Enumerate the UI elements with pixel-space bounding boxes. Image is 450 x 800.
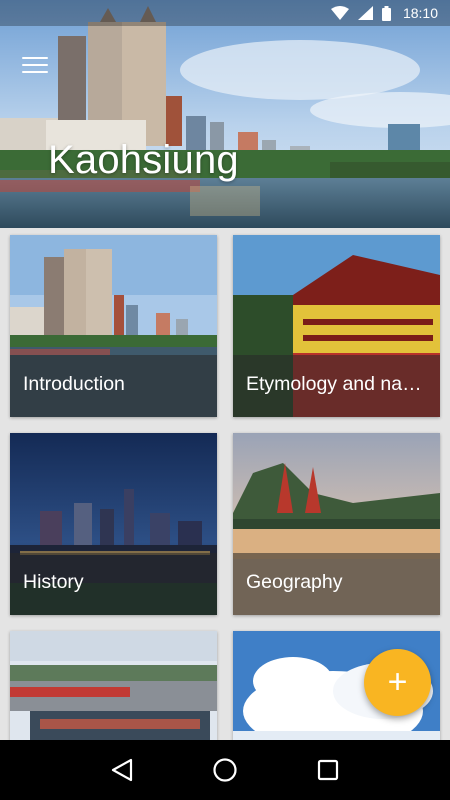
card-caption: History (10, 553, 217, 615)
recents-button[interactable] (308, 750, 348, 790)
card-caption: Etymology and names (233, 355, 440, 417)
status-time: 18:10 (402, 5, 438, 21)
hero-city-image (0, 0, 450, 228)
menu-icon (22, 57, 48, 59)
card-history[interactable]: History (10, 433, 217, 615)
card-introduction[interactable]: Introduction (10, 235, 217, 417)
recents-icon (318, 759, 339, 781)
card-caption: Introduction (10, 355, 217, 417)
wifi-icon (330, 6, 349, 20)
card-geography[interactable]: Geography (233, 433, 440, 615)
app-screen: Kaohsiung 18:10 Introduction Etymology a… (0, 0, 450, 800)
navigation-bar (0, 740, 450, 800)
menu-button[interactable] (18, 50, 52, 80)
back-icon (111, 758, 132, 782)
add-fab-button[interactable]: + (364, 649, 431, 716)
back-button[interactable] (102, 750, 142, 790)
signal-icon (357, 6, 373, 20)
hero-header: Kaohsiung (0, 0, 450, 228)
status-bar: 18:10 (0, 0, 450, 26)
plus-icon: + (387, 663, 408, 701)
card-caption: Geography (233, 553, 440, 615)
battery-icon (381, 5, 391, 21)
card-etymology[interactable]: Etymology and names (233, 235, 440, 417)
home-icon (213, 758, 237, 782)
page-title: Kaohsiung (48, 138, 239, 182)
home-button[interactable] (205, 750, 245, 790)
